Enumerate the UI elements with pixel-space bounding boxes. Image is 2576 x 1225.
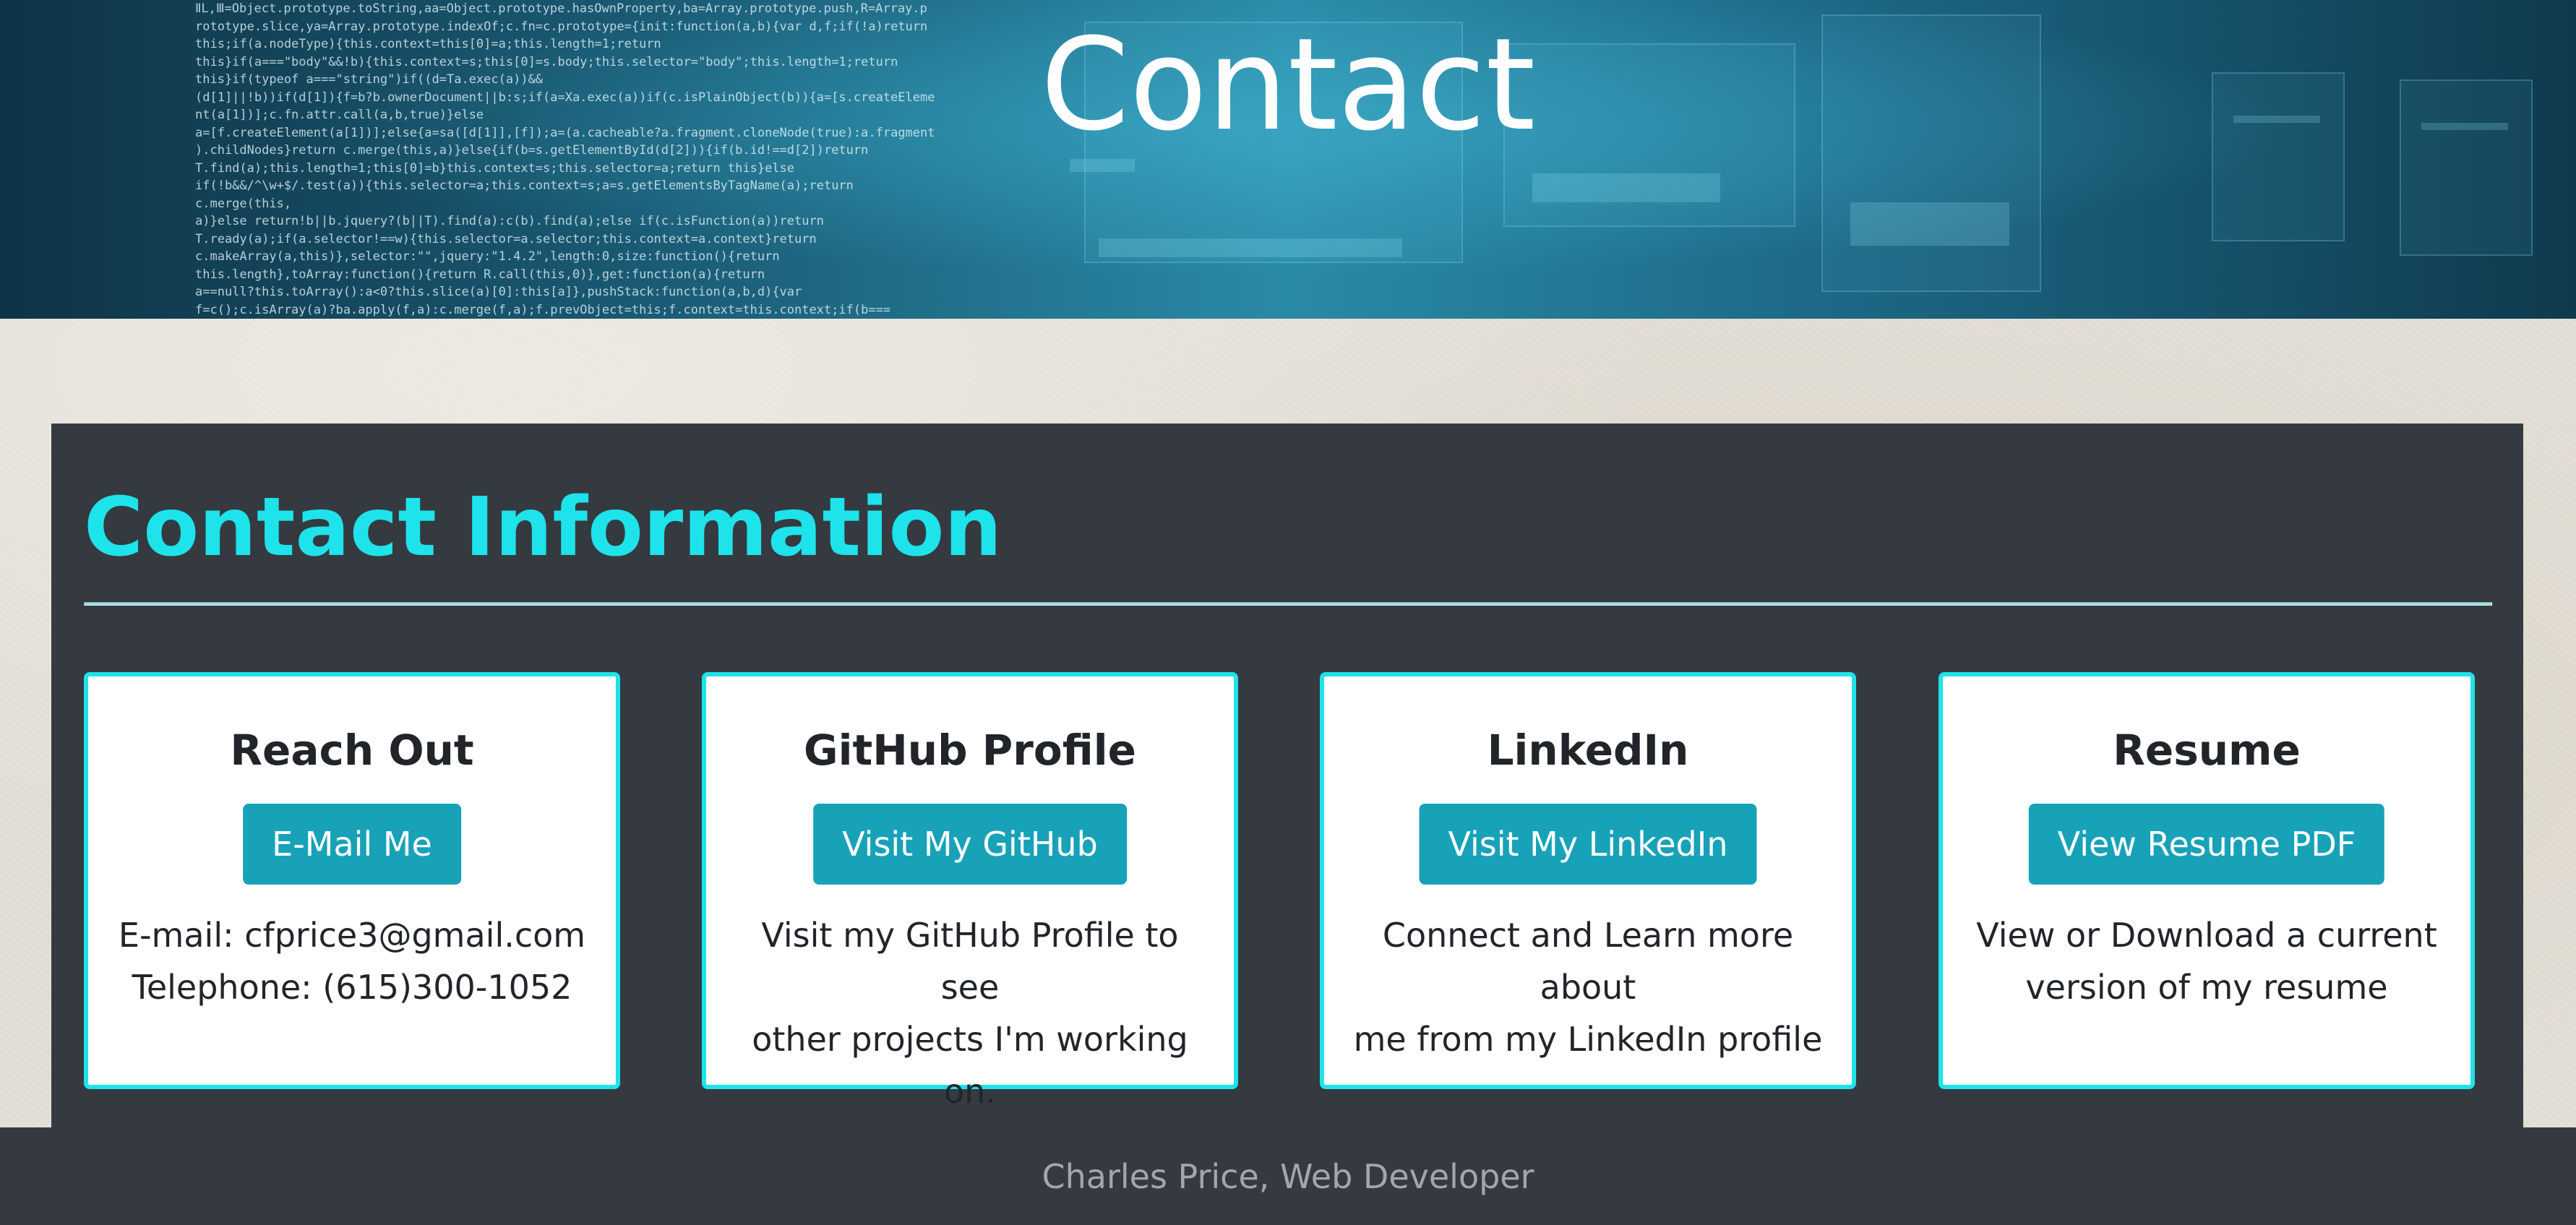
footer-text: Charles Price, Web Developer (1042, 1157, 1534, 1196)
code-line: a==null?this.toArray():a<0?this.slice(a)… (195, 285, 802, 299)
hero-decor-bar (1850, 202, 2009, 246)
email-me-button[interactable]: E-Mail Me (243, 804, 461, 885)
card-text: Connect and Learn more about me from my … (1353, 909, 1823, 1065)
code-line: this.length},toArray:function(){return R… (195, 267, 765, 282)
code-line: if(!b&&/^\w+$/.test(a)){this.selector=a;… (195, 179, 854, 193)
visit-linkedin-button[interactable]: Visit My LinkedIn (1419, 804, 1757, 885)
email-text: E-mail: cfprice3@gmail.com (118, 916, 586, 955)
card-text: View or Download a current version of my… (1972, 909, 2442, 1013)
card-text-line: Visit my GitHub Profile to see (761, 916, 1179, 1007)
card-text: Visit my GitHub Profile to see other pro… (735, 909, 1205, 1117)
view-resume-button[interactable]: View Resume PDF (2028, 804, 2385, 885)
page-title: Contact (1040, 11, 1536, 159)
card-title: Reach Out (230, 726, 474, 775)
hero-decor-bar (1099, 238, 1402, 257)
card-linkedin: LinkedIn Visit My LinkedIn Connect and L… (1320, 672, 1856, 1089)
code-line: T.ready(a);if(a.selector!==w){this.selec… (195, 231, 817, 246)
code-line: c.makeArray(a,this)},selector:"",jquery:… (195, 249, 780, 264)
hero-decor-bar (1070, 159, 1135, 172)
card-title: GitHub Profile (804, 726, 1136, 775)
code-line: f=c();c.isArray(a)?ba.apply(f,a):c.merge… (195, 302, 891, 317)
card-title: Resume (2113, 726, 2301, 775)
hero-decor-bar (1532, 173, 1720, 202)
code-line: T.find(a);this.length=1;this[0]=b}this.c… (195, 160, 795, 176)
card-text-line: other projects I'm working on. (752, 1020, 1188, 1111)
card-reach-out: Reach Out E-Mail Me E-mail: cfprice3@gma… (84, 672, 620, 1089)
card-text-line: View or Download a current (1976, 916, 2437, 955)
hero-banner: ⅡL,Ⅲ=Object.prototype.toString,aa=Object… (0, 0, 2576, 319)
section-divider (84, 602, 2492, 606)
card-text-line: version of my resume (2025, 968, 2388, 1007)
section-title: Contact Information (84, 481, 1003, 575)
code-line: a)}else return!b||b.jquery?(b||T).find(a… (195, 214, 824, 228)
visit-github-button[interactable]: Visit My GitHub (813, 804, 1127, 885)
card-title: LinkedIn (1487, 726, 1689, 775)
card-github: GitHub Profile Visit My GitHub Visit my … (702, 672, 1238, 1111)
card-resume: Resume View Resume PDF View or Download … (1939, 672, 2475, 1089)
card-text: E-mail: cfprice3@gmail.com Telephone: (6… (117, 909, 587, 1013)
card-text-line: me from my LinkedIn profile (1353, 1020, 1823, 1059)
code-line: c.merge(this, (195, 196, 292, 211)
telephone-text: Telephone: (615)300-1052 (132, 968, 572, 1007)
footer: Charles Price, Web Developer (0, 1127, 2576, 1225)
card-text-line: Connect and Learn more about (1382, 916, 1794, 1007)
